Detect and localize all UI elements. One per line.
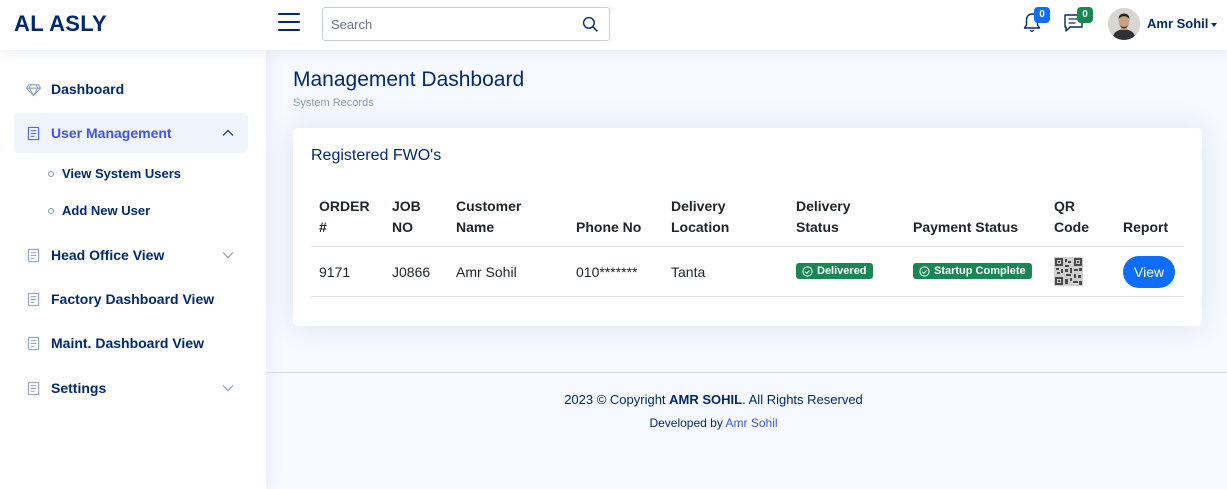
sidebar-item-factory-dashboard-view[interactable]: Factory Dashboard View bbox=[14, 279, 248, 319]
cell-delivery-status: Delivered bbox=[788, 246, 905, 297]
sidebar-subitem-label: View System Users bbox=[62, 166, 181, 181]
sidebar-item-label: Head Office View bbox=[51, 247, 165, 263]
search-input[interactable] bbox=[323, 8, 563, 40]
table-row: 9171 J0866 Amr Sohil 010******* Tanta De… bbox=[311, 246, 1184, 297]
qr-code-image[interactable] bbox=[1054, 257, 1083, 286]
chevron-up-icon bbox=[222, 129, 234, 136]
view-report-button[interactable]: View bbox=[1123, 255, 1176, 288]
chevron-down-icon bbox=[222, 252, 234, 259]
chevron-down-icon bbox=[222, 385, 234, 392]
sidebar-item-label: Maint. Dashboard View bbox=[51, 335, 204, 351]
footer-developed-by: Developed by Amr Sohil bbox=[266, 416, 1161, 430]
copyright-name: AMR SOHIL bbox=[669, 392, 743, 407]
records-table: ORDER # JOB NO Customer Name Phone No De… bbox=[311, 192, 1184, 297]
column-header-delivery-location: Delivery Location bbox=[663, 192, 788, 247]
notifications-count-badge: 0 bbox=[1034, 7, 1050, 23]
search-bar bbox=[322, 7, 610, 41]
document-icon bbox=[27, 381, 40, 395]
check-circle-icon bbox=[802, 266, 813, 277]
cell-phone: 010******* bbox=[568, 246, 663, 297]
copyright-prefix: 2023 © Copyright bbox=[564, 392, 670, 407]
user-menu-dropdown[interactable]: Amr Sohil bbox=[1147, 16, 1218, 31]
cell-job-no: J0866 bbox=[384, 246, 448, 297]
developer-link[interactable]: Amr Sohil bbox=[726, 416, 778, 430]
column-header-order: ORDER # bbox=[311, 192, 384, 247]
sidebar-item-label: Dashboard bbox=[51, 81, 125, 97]
document-icon bbox=[27, 248, 40, 262]
sidebar-item-label: User Management bbox=[51, 125, 172, 141]
messages-count-badge: 0 bbox=[1077, 7, 1093, 23]
top-header: AL ASLY 0 0 bbox=[0, 0, 1227, 50]
delivery-status-badge: Delivered bbox=[796, 263, 873, 280]
circle-bullet-icon bbox=[48, 207, 54, 214]
delivery-status-label: Delivered bbox=[817, 265, 867, 278]
column-header-customer-name: Customer Name bbox=[448, 192, 568, 247]
column-header-phone-no: Phone No bbox=[568, 192, 663, 247]
sidebar-item-maint-dashboard-view[interactable]: Maint. Dashboard View bbox=[14, 323, 248, 363]
developed-prefix: Developed by bbox=[649, 416, 726, 430]
sidebar-item-label: Settings bbox=[51, 380, 107, 396]
records-card: Registered FWO's ORDER # JOB NO Customer… bbox=[293, 128, 1202, 326]
document-icon bbox=[27, 126, 40, 140]
page-subtitle: System Records bbox=[293, 97, 374, 109]
sidebar-item-dashboard[interactable]: Dashboard bbox=[14, 69, 248, 109]
column-header-qr-code: QR Code bbox=[1046, 192, 1115, 247]
search-icon[interactable] bbox=[582, 16, 599, 33]
payment-status-label: Startup Complete bbox=[934, 265, 1026, 278]
notifications-bell-icon[interactable]: 0 bbox=[1022, 7, 1050, 36]
column-header-payment-status: Payment Status bbox=[905, 192, 1046, 247]
sidebar-item-label: Factory Dashboard View bbox=[51, 291, 215, 307]
footer-copyright: 2023 © Copyright AMR SOHIL. All Rights R… bbox=[266, 392, 1161, 407]
column-header-report: Report bbox=[1115, 192, 1184, 247]
app-logo[interactable]: AL ASLY bbox=[14, 11, 107, 37]
gem-icon bbox=[26, 83, 41, 97]
circle-bullet-icon bbox=[48, 170, 54, 177]
hamburger-menu-icon[interactable] bbox=[278, 13, 300, 33]
cell-location: Tanta bbox=[663, 246, 788, 297]
column-header-job-no: JOB NO bbox=[384, 192, 448, 247]
user-avatar[interactable] bbox=[1108, 8, 1140, 40]
table-header-row: ORDER # JOB NO Customer Name Phone No De… bbox=[311, 192, 1184, 247]
cell-order: 9171 bbox=[311, 246, 384, 297]
card-title: Registered FWO's bbox=[311, 147, 442, 164]
cell-payment-status: Startup Complete bbox=[905, 246, 1046, 297]
caret-down-icon bbox=[1211, 22, 1218, 27]
footer-divider bbox=[266, 372, 1227, 373]
sidebar-item-user-management[interactable]: User Management bbox=[14, 113, 248, 153]
document-icon bbox=[27, 336, 40, 350]
sidebar-subitem-add-new-user[interactable]: Add New User bbox=[48, 203, 150, 218]
column-header-delivery-status: Delivery Status bbox=[788, 192, 905, 247]
sidebar: Dashboard User Management View System Us… bbox=[0, 50, 266, 489]
sidebar-item-settings[interactable]: Settings bbox=[14, 368, 248, 408]
copyright-suffix: . All Rights Reserved bbox=[742, 392, 863, 407]
cell-qr-code bbox=[1046, 246, 1115, 297]
user-name: Amr Sohil bbox=[1147, 16, 1209, 31]
sidebar-subitem-view-system-users[interactable]: View System Users bbox=[48, 166, 181, 181]
check-circle-icon bbox=[919, 266, 930, 277]
payment-status-badge: Startup Complete bbox=[913, 263, 1032, 280]
sidebar-subitem-label: Add New User bbox=[62, 203, 151, 218]
page-title: Management Dashboard bbox=[293, 68, 525, 91]
cell-customer: Amr Sohil bbox=[448, 246, 568, 297]
messages-chat-icon[interactable]: 0 bbox=[1063, 7, 1093, 36]
document-icon bbox=[27, 292, 40, 306]
cell-report: View bbox=[1115, 246, 1184, 297]
sidebar-item-head-office-view[interactable]: Head Office View bbox=[14, 235, 248, 275]
